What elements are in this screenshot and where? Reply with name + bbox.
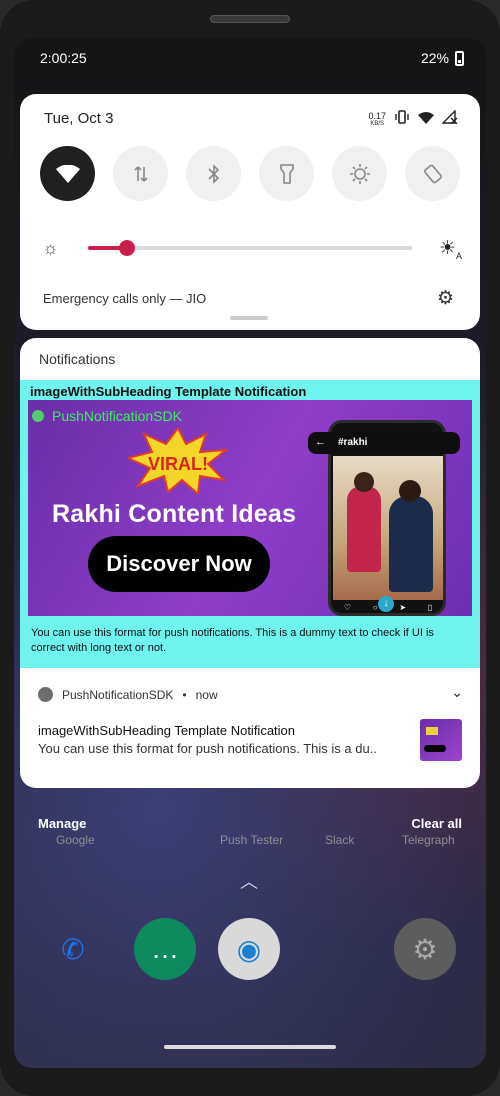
battery-percent: 22% [420, 50, 449, 66]
status-bar: 2:00:25 22% [14, 38, 486, 78]
person-right-head [399, 480, 421, 502]
heart-icon: ♡ [343, 602, 352, 612]
earpiece-speaker [210, 15, 290, 23]
wifi-tile[interactable] [40, 146, 95, 201]
brightness-thumb[interactable] [119, 240, 135, 256]
app-icon [38, 687, 53, 702]
quick-settings-panel: Tue, Oct 3 0.17 KB/S ☼ ☀A Emergency call… [20, 94, 480, 330]
phone-search-bar: ← #rakhi [308, 432, 460, 454]
panel-drag-handle[interactable] [230, 316, 268, 320]
phone-frame: 2:00:25 22% Tue, Oct 3 0.17 KB/S ☼ ☀A Em… [0, 0, 500, 1096]
banner-heading: Rakhi Content Ideas [52, 500, 297, 528]
download-icon: ↓ [378, 596, 394, 612]
battery-icon [455, 50, 464, 66]
app-label-google: Google [56, 833, 95, 847]
notification-title: imageWithSubHeading Template Notificatio… [30, 384, 307, 399]
separator: • [182, 687, 187, 702]
viral-text: VIRAL! [148, 454, 208, 474]
app-label-slack: Slack [325, 833, 355, 847]
person-left [347, 486, 381, 572]
messages-app-icon[interactable]: … [134, 918, 196, 980]
notification-banner-image[interactable]: PushNotificationSDK VIRAL! Rakhi Content… [28, 400, 472, 616]
vibrate-icon [394, 110, 410, 129]
date-label: Tue, Oct 3 [44, 110, 114, 127]
brightness-auto-icon [349, 163, 370, 184]
rotate-icon [423, 164, 442, 183]
flashlight-tile[interactable] [259, 146, 314, 201]
settings-gear-icon[interactable]: ⚙ [437, 287, 454, 310]
share-icon: ➤ [399, 602, 407, 612]
flashlight-icon [279, 163, 294, 184]
expand-chevron-icon[interactable]: ⌄ [451, 684, 463, 701]
auto-brightness-letter: A [455, 250, 462, 261]
auto-rotate-tile[interactable] [405, 146, 460, 201]
app-drawer-chevron-icon[interactable]: ︿ [240, 868, 258, 894]
notifications-header: Notifications [39, 351, 116, 367]
brightness-low-icon: ☼ [42, 238, 59, 258]
comment-icon: ○ [372, 602, 378, 612]
notification-thumbnail[interactable] [420, 719, 462, 761]
person-right [389, 496, 433, 592]
custom-notification[interactable]: imageWithSubHeading Template Notificatio… [20, 380, 480, 668]
notification-app-row: PushNotificationSDK • now [38, 687, 218, 702]
app-badge: PushNotificationSDK [32, 408, 182, 424]
quick-tiles [40, 146, 460, 201]
notification-card: Notifications imageWithSubHeading Templa… [20, 338, 480, 788]
viral-burst-graphic: VIRAL! [128, 428, 228, 494]
couple-photo [333, 456, 443, 600]
network-speed-unit: KB/S [370, 120, 385, 127]
android-app-icon [32, 410, 44, 422]
notification-time: now [195, 687, 218, 702]
bluetooth-icon [207, 163, 219, 184]
phone-app-icon[interactable]: ✆ [42, 918, 104, 980]
clock: 2:00:25 [40, 50, 87, 66]
mobile-data-tile[interactable] [113, 146, 168, 201]
app-label-telegraph: Telegraph [402, 833, 455, 847]
hashtag-label: #rakhi [338, 437, 368, 448]
brightness-slider[interactable] [88, 240, 412, 256]
wifi-signal-icon [418, 111, 434, 129]
notification-body: You can use this format for push notific… [31, 627, 434, 654]
home-dock: ✆ … ◉ ⚙ [14, 918, 486, 988]
network-speed: 0.17 KB/S [368, 111, 386, 128]
auto-brightness-tile[interactable] [332, 146, 387, 201]
manage-button[interactable]: Manage [38, 816, 86, 831]
carrier-status: Emergency calls only — JIO [43, 291, 207, 306]
collapsed-notification-title: imageWithSubHeading Template Notificatio… [38, 723, 296, 738]
app-name: PushNotificationSDK [52, 408, 182, 424]
app-label-push-tester: Push Tester [220, 833, 284, 847]
gesture-nav-bar[interactable] [164, 1045, 336, 1049]
qs-status-icons: 0.17 KB/S [368, 109, 458, 129]
settings-app-icon[interactable]: ⚙ [394, 918, 456, 980]
brightness-row: ☼ ☀A [42, 234, 462, 264]
no-sim-signal-icon [441, 109, 458, 129]
bookmark-icon: ▯ [427, 602, 433, 612]
person-left-head [354, 472, 374, 492]
clear-all-button[interactable]: Clear all [411, 816, 462, 831]
back-arrow-icon: ← [315, 436, 326, 448]
data-arrows-icon [133, 165, 148, 182]
discover-now-button[interactable]: Discover Now [88, 536, 270, 592]
wifi-icon [55, 164, 80, 183]
collapsed-notification-text: You can use this format for push notific… [38, 741, 377, 756]
battery-indicator: 22% [421, 50, 464, 66]
row-app-name: PushNotificationSDK [62, 687, 174, 702]
bluetooth-tile[interactable] [186, 146, 241, 201]
screen: 2:00:25 22% Tue, Oct 3 0.17 KB/S ☼ ☀A Em… [14, 38, 486, 1068]
auto-brightness-icon[interactable]: ☀A [439, 237, 462, 261]
edge-browser-icon[interactable]: ◉ [218, 918, 280, 980]
